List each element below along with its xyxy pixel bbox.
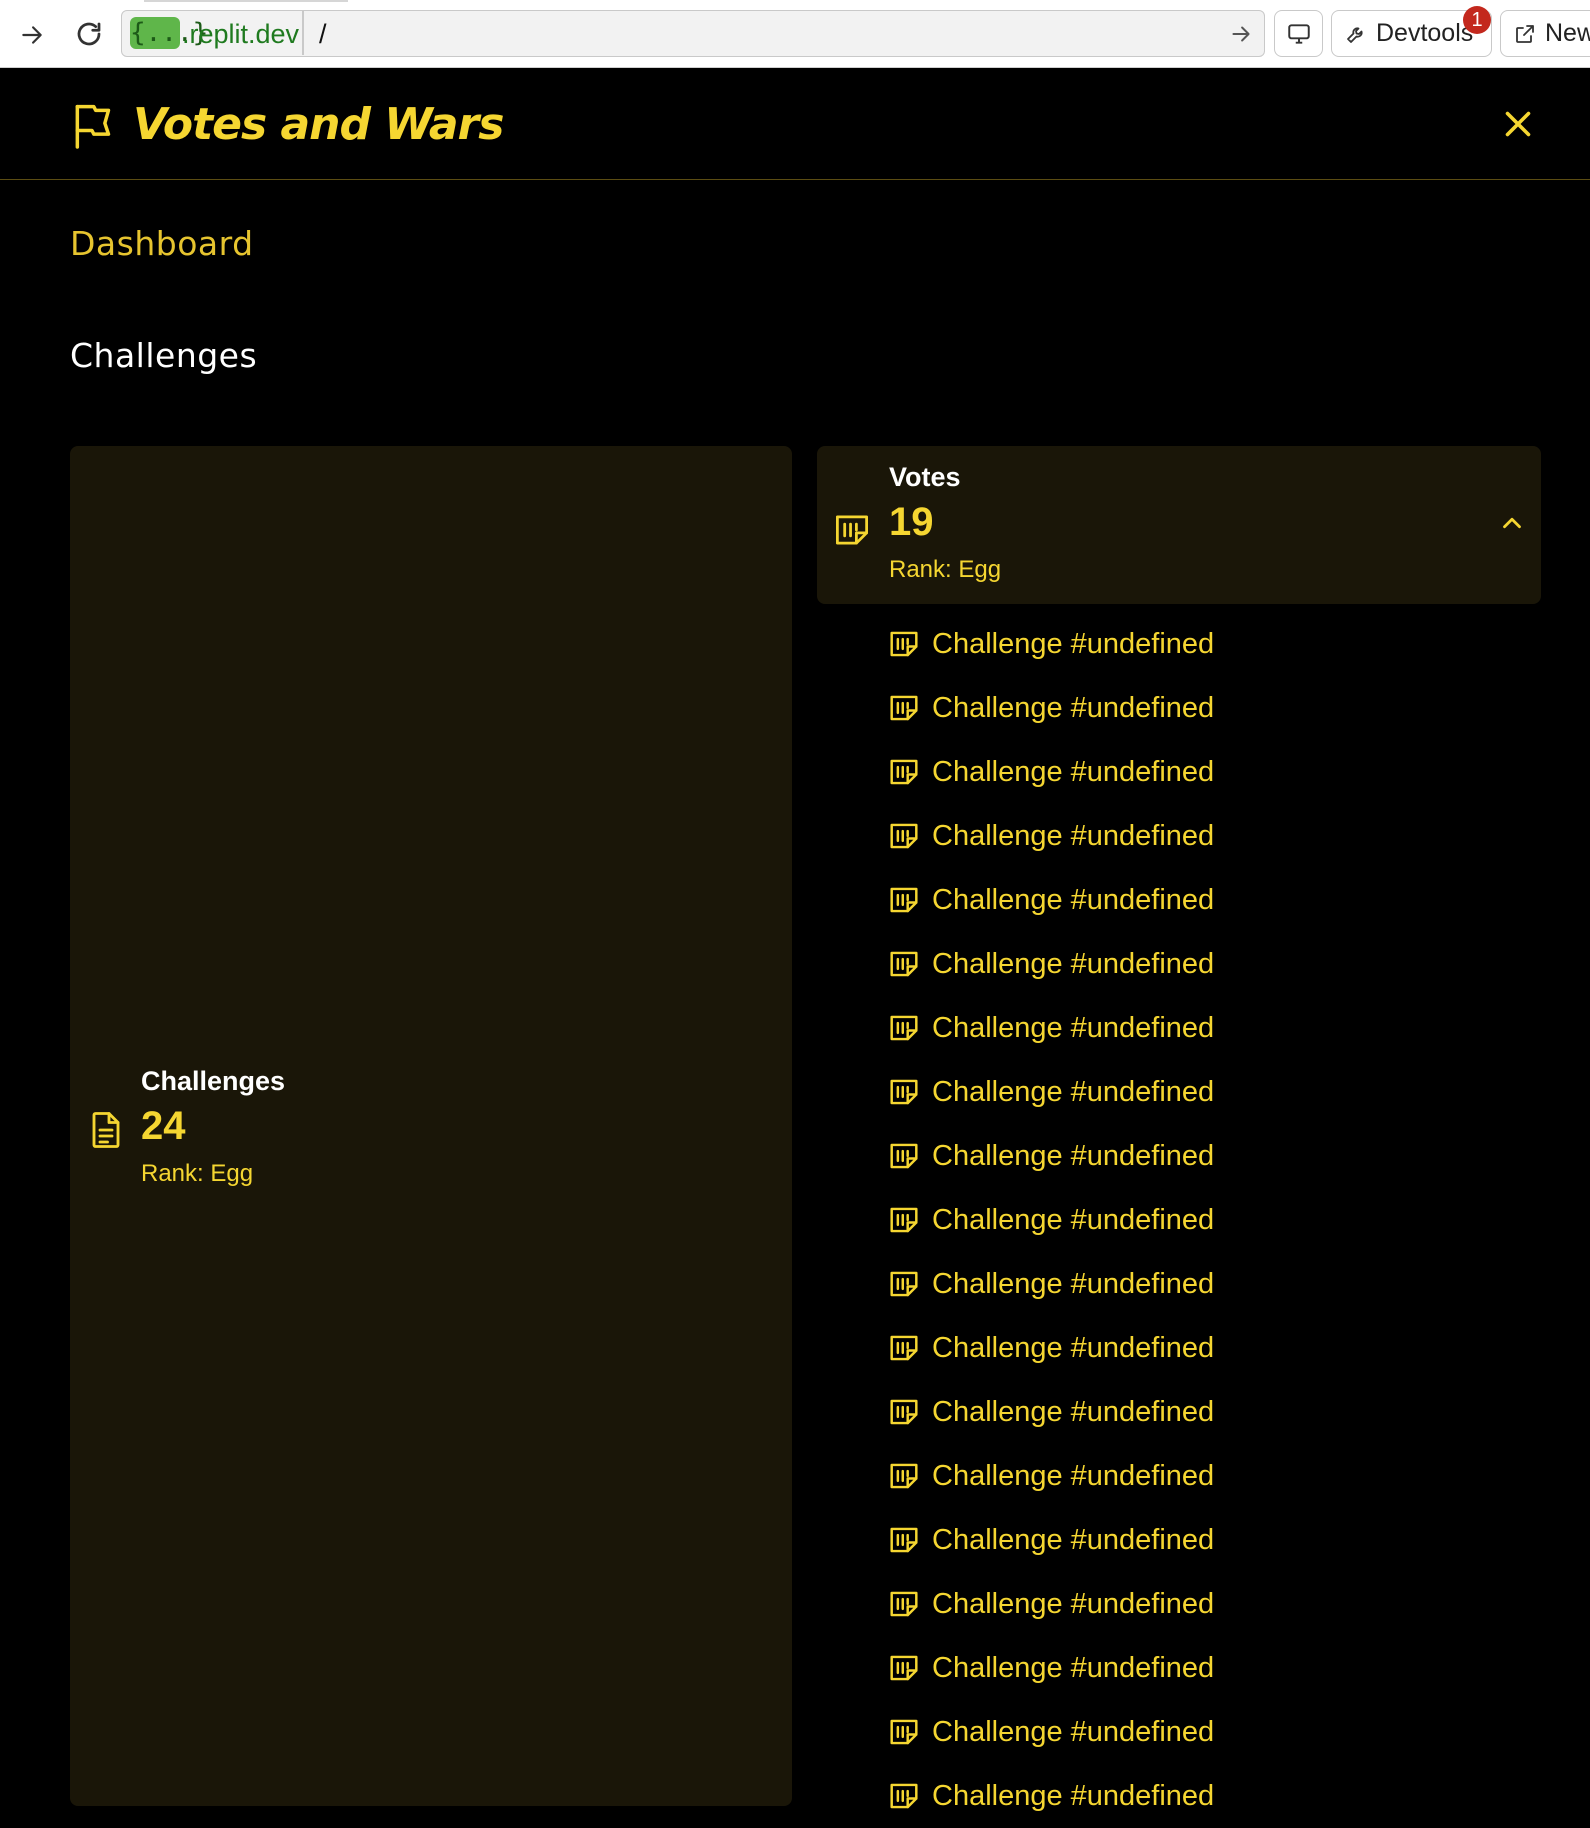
vote-item-label: Challenge #undefined xyxy=(932,1459,1215,1492)
app-header: Votes and Wars xyxy=(0,68,1590,180)
votes-stat-value: 19 xyxy=(889,500,934,544)
vote-item-label: Challenge #undefined xyxy=(932,627,1215,660)
vote-list-item[interactable]: Challenge #undefined xyxy=(888,740,1488,804)
vote-list-item[interactable]: Challenge #undefined xyxy=(888,932,1488,996)
sticky-note-icon xyxy=(890,1207,918,1233)
sticky-note-icon xyxy=(890,1079,918,1105)
arrow-right-icon xyxy=(22,26,42,44)
devtools-badge: 1 xyxy=(1463,6,1491,34)
new-tab-button[interactable]: New xyxy=(1500,10,1590,57)
url-domain: .replit.dev xyxy=(182,19,300,49)
sticky-note-icon xyxy=(890,1463,918,1489)
vote-item-label: Challenge #undefined xyxy=(932,691,1215,724)
sticky-note-icon xyxy=(890,1335,918,1361)
sticky-note-icon xyxy=(890,759,918,785)
vote-item-label: Challenge #undefined xyxy=(932,883,1215,916)
new-tab-label: New xyxy=(1545,19,1590,47)
sticky-note-icon xyxy=(890,1655,918,1681)
screen-button[interactable] xyxy=(1274,10,1323,57)
vote-item-label: Challenge #undefined xyxy=(932,1331,1215,1364)
reload-button[interactable] xyxy=(70,15,108,53)
vote-item-label: Challenge #undefined xyxy=(932,1267,1215,1300)
vote-item-label: Challenge #undefined xyxy=(932,1395,1215,1428)
vote-item-label: Challenge #undefined xyxy=(932,1587,1215,1620)
browser-toolbar: {...} .replit.dev / Devtools 1 New xyxy=(0,0,1590,68)
sticky-note-icon xyxy=(890,1591,918,1617)
vote-list-item[interactable]: Challenge #undefined xyxy=(888,1188,1488,1252)
vote-list-item[interactable]: Challenge #undefined xyxy=(888,1252,1488,1316)
vote-item-label: Challenge #undefined xyxy=(932,1011,1215,1044)
tab-indicator xyxy=(144,0,348,2)
sticky-note-icon xyxy=(890,1015,918,1041)
devtools-label: Devtools xyxy=(1376,19,1474,47)
vote-item-label: Challenge #undefined xyxy=(932,755,1215,788)
reload-icon xyxy=(77,22,101,46)
chevron-up-icon[interactable] xyxy=(1497,508,1527,538)
vote-list-item[interactable]: Challenge #undefined xyxy=(888,1764,1488,1828)
vote-list-item[interactable]: Challenge #undefined xyxy=(888,1572,1488,1636)
app-title[interactable]: Votes and Wars xyxy=(133,98,504,152)
vote-list-item[interactable]: Challenge #undefined xyxy=(888,1636,1488,1700)
url-bar[interactable]: {...} .replit.dev / xyxy=(121,10,1265,57)
vote-list-item[interactable]: Challenge #undefined xyxy=(888,996,1488,1060)
flag-icon xyxy=(75,104,111,149)
vote-item-label: Challenge #undefined xyxy=(932,1651,1215,1684)
sticky-note-icon xyxy=(890,1271,918,1297)
sticky-note-icon xyxy=(890,1783,918,1809)
sticky-note-icon xyxy=(890,695,918,721)
vote-list-item[interactable]: Challenge #undefined xyxy=(888,612,1488,676)
vote-list-item[interactable]: Challenge #undefined xyxy=(888,804,1488,868)
vote-list-item[interactable]: Challenge #undefined xyxy=(888,868,1488,932)
votes-stat-label: Votes xyxy=(889,462,961,492)
challenges-stat-rank: Rank: Egg xyxy=(141,1160,254,1187)
monitor-icon xyxy=(1287,23,1310,44)
challenges-stat-label: Challenges xyxy=(141,1066,286,1096)
vote-list-item[interactable]: Challenge #undefined xyxy=(888,1700,1488,1764)
vote-list-item[interactable]: Challenge #undefined xyxy=(888,1444,1488,1508)
url-path-input[interactable]: / xyxy=(319,18,327,50)
external-link-icon xyxy=(1516,24,1534,43)
url-host-chip: {...} xyxy=(130,17,209,49)
wrench-icon xyxy=(1347,26,1363,43)
sticky-note-icon xyxy=(890,887,918,913)
sticky-note-icon xyxy=(890,1719,918,1745)
challenges-stat-value: 24 xyxy=(141,1104,186,1148)
sticky-note-icon xyxy=(890,823,918,849)
go-arrow-icon[interactable] xyxy=(1228,21,1254,47)
vote-item-label: Challenge #undefined xyxy=(932,1715,1215,1748)
sticky-note-icon xyxy=(890,631,918,657)
sticky-note-icon xyxy=(835,515,869,545)
app-root: Votes and Wars Dashboard Challenges Chal… xyxy=(0,68,1590,1812)
vote-list-item[interactable]: Challenge #undefined xyxy=(888,1060,1488,1124)
document-icon xyxy=(92,1112,120,1148)
vote-item-label: Challenge #undefined xyxy=(932,1075,1215,1108)
vote-list-item[interactable]: Challenge #undefined xyxy=(888,1508,1488,1572)
votes-list: Challenge #undefined Challenge #undefined… xyxy=(888,612,1488,1828)
vote-list-item[interactable]: Challenge #undefined xyxy=(888,1124,1488,1188)
challenges-stat-card: Challenges 24 Rank: Egg xyxy=(70,446,792,1806)
votes-stat-rank: Rank: Egg xyxy=(889,556,1002,583)
sticky-note-icon xyxy=(890,1143,918,1169)
vote-item-label: Challenge #undefined xyxy=(932,1203,1215,1236)
vote-list-item[interactable]: Challenge #undefined xyxy=(888,1380,1488,1444)
forward-button[interactable] xyxy=(14,17,50,53)
close-icon[interactable] xyxy=(1500,106,1536,142)
nav-dashboard-link[interactable]: Dashboard xyxy=(70,224,254,263)
nav-challenges-link[interactable]: Challenges xyxy=(70,336,257,375)
vote-list-item[interactable]: Challenge #undefined xyxy=(888,676,1488,740)
sticky-note-icon xyxy=(890,1399,918,1425)
vote-list-item[interactable]: Challenge #undefined xyxy=(888,1316,1488,1380)
url-divider xyxy=(302,11,304,55)
sticky-note-icon xyxy=(890,1527,918,1553)
vote-item-label: Challenge #undefined xyxy=(932,1139,1215,1172)
vote-item-label: Challenge #undefined xyxy=(932,1779,1215,1812)
vote-item-label: Challenge #undefined xyxy=(932,1523,1215,1556)
vote-item-label: Challenge #undefined xyxy=(932,947,1215,980)
sticky-note-icon xyxy=(890,951,918,977)
vote-item-label: Challenge #undefined xyxy=(932,819,1215,852)
votes-stat-card[interactable]: Votes 19 Rank: Egg xyxy=(817,446,1541,604)
